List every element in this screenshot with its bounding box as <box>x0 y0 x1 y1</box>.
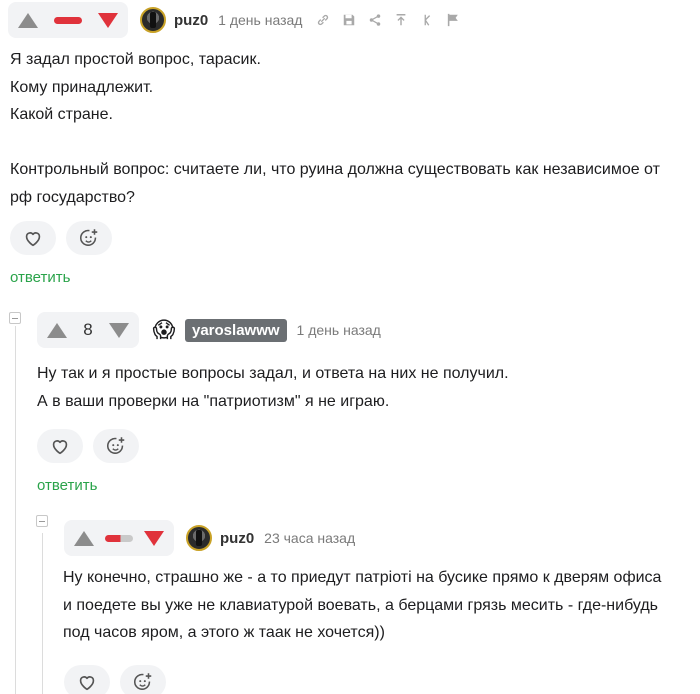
add-reaction-icon <box>133 672 152 690</box>
branch-icon[interactable] <box>420 13 434 27</box>
comment-text-line: под часов яром, а этого ж таак не хочетс… <box>63 624 385 641</box>
comment-body: Ну конечно, страшно же - а то приедут па… <box>63 564 700 647</box>
avatar[interactable] <box>186 525 212 551</box>
thread-line-level-1 <box>15 326 16 694</box>
timestamp[interactable]: 1 день назад <box>218 12 302 28</box>
rating-count: 8 <box>83 320 93 339</box>
comment-text-line: Контрольный вопрос: считаете ли, что руи… <box>10 161 660 178</box>
upvote-button[interactable] <box>47 322 67 338</box>
add-reaction-icon <box>79 229 98 246</box>
username[interactable]: puz0 <box>220 530 254 547</box>
comment-text-line: рф государство? <box>10 188 135 206</box>
thread-line-level-2 <box>42 533 43 694</box>
rating-ratio-bar <box>54 16 82 24</box>
reply-link[interactable]: ответить <box>37 477 700 494</box>
save-icon[interactable] <box>342 13 356 27</box>
rating-ratio-bar <box>105 534 133 542</box>
downvote-button[interactable] <box>144 530 164 546</box>
minus-icon <box>12 317 18 319</box>
like-button[interactable] <box>10 221 56 255</box>
downvote-button[interactable] <box>98 12 118 28</box>
comment: puz0 23 часа назад Ну конечно, страшно ж… <box>54 518 700 694</box>
like-button[interactable] <box>37 429 83 463</box>
link-icon[interactable] <box>316 13 330 27</box>
downvote-button[interactable] <box>109 322 129 338</box>
reactions <box>10 221 700 255</box>
add-reaction-icon <box>106 437 125 454</box>
comment-text-line: Я задал простой вопрос, тарасик. <box>10 51 261 68</box>
collapse-thread-button[interactable] <box>36 515 48 527</box>
comment-header: puz0 1 день назад <box>0 0 700 40</box>
reactions <box>64 664 700 694</box>
rating-control: 8 <box>37 312 139 348</box>
avatar[interactable] <box>140 7 166 33</box>
avatar[interactable]: 😱 <box>151 317 177 343</box>
upvote-button[interactable] <box>18 12 38 28</box>
reactions <box>37 429 700 463</box>
minus-icon <box>39 520 45 522</box>
comment-text-line: Кому принадлежит. <box>10 78 154 96</box>
comment-text-line: Ну конечно, страшно же - а то приедут па… <box>63 569 662 586</box>
add-reaction-button[interactable] <box>120 664 166 694</box>
comment-text-line: А в ваши проверки на "патриотизм" я не и… <box>37 392 390 410</box>
share-icon[interactable] <box>368 13 382 27</box>
upvote-button[interactable] <box>74 530 94 546</box>
comment-header: puz0 23 часа назад <box>54 518 700 558</box>
username[interactable]: puz0 <box>174 12 208 29</box>
like-button[interactable] <box>64 664 110 694</box>
heart-icon <box>52 440 68 455</box>
comment-tools <box>316 13 460 27</box>
timestamp[interactable]: 1 день назад <box>297 322 381 338</box>
comment-header: 8 😱 yaroslawww 1 день назад <box>27 310 700 350</box>
collapse-thread-button[interactable] <box>9 312 21 324</box>
username[interactable]: yaroslawww <box>185 318 287 342</box>
comment-text-line <box>10 129 700 157</box>
jump-to-parent-icon[interactable] <box>394 13 408 27</box>
comment-text-line: Ну так и я простые вопросы задал, и отве… <box>37 365 509 382</box>
comment: 8 😱 yaroslawww 1 день назад Ну так и я п… <box>27 310 700 494</box>
comment-body: Ну так и я простые вопросы задал, и отве… <box>37 360 700 415</box>
heart-icon <box>79 675 95 690</box>
rating-control <box>64 520 174 556</box>
comment: puz0 1 день назад Я задал простой вопрос… <box>0 0 700 286</box>
add-reaction-button[interactable] <box>93 429 139 463</box>
timestamp[interactable]: 23 часа назад <box>264 530 355 546</box>
heart-icon <box>25 232 41 247</box>
add-reaction-button[interactable] <box>66 221 112 255</box>
comment-body: Я задал простой вопрос, тарасик. Кому пр… <box>10 46 700 211</box>
flag-icon[interactable] <box>446 13 460 27</box>
reply-link[interactable]: ответить <box>10 269 700 286</box>
comment-text-line: и поедете вы уже не клавиатурой воевать,… <box>63 596 659 614</box>
rating-control <box>8 2 128 38</box>
comment-text-line: Какой стране. <box>10 106 113 123</box>
